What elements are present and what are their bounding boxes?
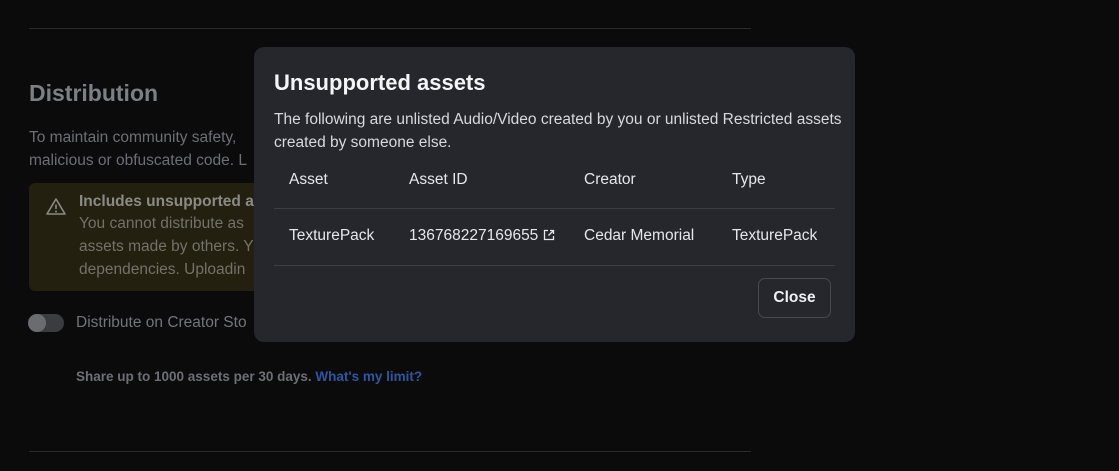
section-desc-line1: To maintain community safety,	[29, 129, 237, 146]
distribute-toggle[interactable]	[28, 314, 64, 332]
column-header-type: Type	[732, 171, 766, 188]
external-link-icon[interactable]	[543, 229, 555, 241]
column-header-asset-id: Asset ID	[409, 171, 468, 188]
limit-text: Share up to 1000 assets per 30 days.	[76, 369, 312, 384]
column-header-asset: Asset	[289, 171, 328, 188]
cell-asset: TexturePack	[289, 227, 375, 244]
warning-title: Includes unsupported a	[79, 193, 254, 210]
cell-type: TexturePack	[732, 227, 818, 244]
warning-line3: dependencies. Uploadin	[79, 261, 246, 278]
close-button[interactable]: Close	[758, 278, 831, 318]
top-divider	[29, 28, 751, 29]
limit-info: Share up to 1000 assets per 30 days. Wha…	[76, 369, 422, 384]
unsupported-assets-modal: Unsupported assets The following are unl…	[254, 47, 855, 342]
whats-my-limit-link[interactable]: What's my limit?	[315, 369, 422, 384]
cell-creator: Cedar Memorial	[584, 227, 695, 244]
table-header: Asset Asset ID Creator Type	[274, 158, 835, 209]
warning-line1: You cannot distribute as	[79, 215, 244, 232]
asset-id-link[interactable]: 136768227169655	[409, 227, 538, 244]
warning-line2: assets made by others. Y	[79, 238, 254, 255]
table-row: TexturePack 136768227169655 Cedar Memori…	[274, 209, 835, 266]
warning-text: You cannot distribute as assets made by …	[79, 212, 269, 281]
distribute-toggle-label: Distribute on Creator Sto	[76, 314, 247, 331]
modal-description: The following are unlisted Audio/Video c…	[274, 111, 842, 151]
section-title: Distribution	[29, 80, 159, 106]
section-desc-line2: malicious or obfuscated code. L	[29, 152, 247, 169]
warning-icon	[46, 198, 66, 215]
section-description: To maintain community safety, malicious …	[29, 126, 259, 172]
assets-table: Asset Asset ID Creator Type TexturePack …	[274, 158, 835, 266]
bottom-divider	[29, 451, 751, 452]
column-header-creator: Creator	[584, 171, 636, 188]
modal-title: Unsupported assets	[274, 70, 486, 95]
unsupported-warning: Includes unsupported a You cannot distri…	[29, 183, 269, 291]
toggle-knob	[28, 314, 46, 332]
cell-asset-id[interactable]: 136768227169655	[409, 227, 555, 245]
